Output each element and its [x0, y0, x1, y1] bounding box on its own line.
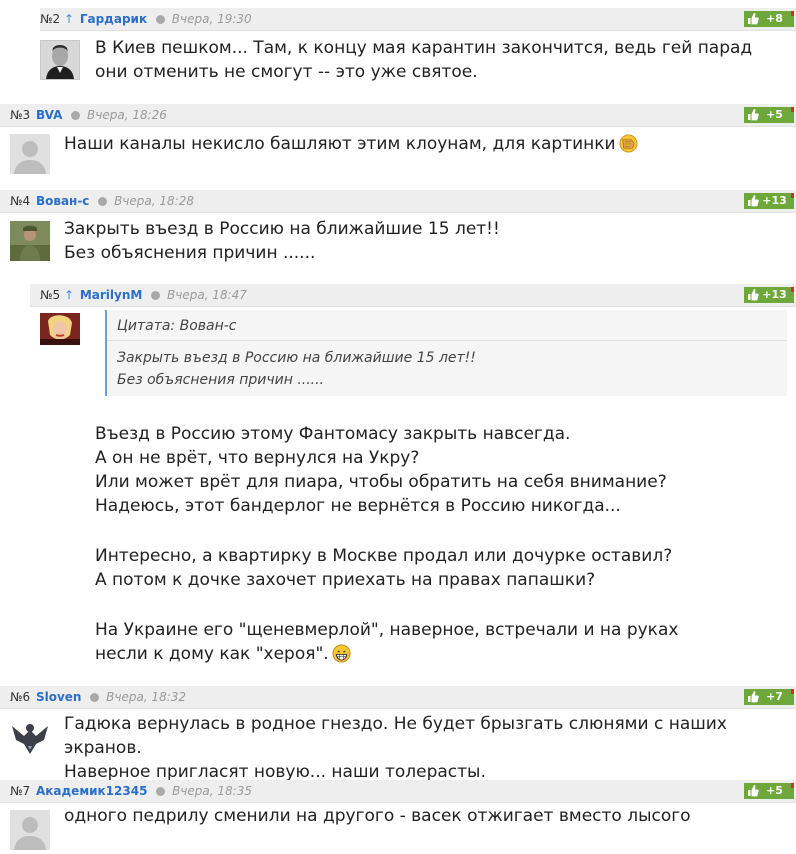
author-link[interactable]: Академик12345 [36, 784, 147, 798]
report-flag-icon[interactable] [791, 107, 794, 112]
comment-text-paragraph-2: Интересно, а квартирку в Москве продал и… [95, 546, 673, 590]
comment-time: Вчера, 19:30 [171, 12, 252, 26]
comment-time: Вчера, 18:26 [87, 108, 167, 122]
comment-4: №4 Вован-с Вчера, 18:28 +13 Закрыть въез… [0, 190, 796, 280]
rating-value: +5 [766, 108, 783, 121]
thumbs-up-icon[interactable] [747, 108, 759, 121]
user-avatar[interactable] [10, 134, 50, 174]
report-flag-icon[interactable] [791, 11, 794, 16]
comment-7: №7 Академик12345 Вчера, 18:35 +5 одного … [0, 780, 796, 854]
comment-number: №2 [40, 12, 61, 26]
comment-header: №7 Академик12345 Вчера, 18:35 +5 [0, 780, 796, 803]
thumbs-up-icon[interactable] [747, 12, 759, 25]
report-flag-icon[interactable] [791, 193, 794, 198]
rating-value: +13 [762, 288, 787, 301]
comment-text-paragraph-1: Въезд в Россию этому Фантомасу закрыть н… [95, 424, 667, 516]
rating-value: +13 [762, 194, 787, 207]
rating-badge[interactable]: +7 [744, 689, 794, 705]
comment-header: №3 BVA Вчера, 18:26 +5 [0, 104, 796, 127]
report-flag-icon[interactable] [791, 689, 794, 694]
quote-block: Цитата: Вован-с Закрыть въезд в Россию н… [105, 310, 787, 396]
comment-number: №6 [10, 690, 31, 704]
comment-text: одного педрилу сменили на другого - васе… [64, 806, 691, 826]
online-status-icon [90, 693, 100, 702]
user-avatar[interactable] [40, 40, 80, 80]
author-link[interactable]: Гардарик [80, 12, 147, 26]
comment-5: №5 ↑ MarilynM Вчера, 18:47 +13 Цитата: В… [0, 284, 796, 682]
comment-header: №6 Sloven Вчера, 18:32 +7 [0, 686, 796, 709]
user-avatar[interactable] [10, 716, 50, 756]
comment-header: №4 Вован-с Вчера, 18:28 +13 [0, 190, 796, 213]
thumbs-up-icon[interactable] [747, 690, 759, 703]
rating-value: +7 [766, 690, 783, 703]
rating-badge[interactable]: +5 [744, 783, 794, 799]
author-link[interactable]: MarilynM [80, 288, 143, 302]
comment-number: №3 [10, 108, 31, 122]
comment-text: Наши каналы некисло башляют этим клоунам… [64, 132, 784, 156]
comment-text-content: Наши каналы некисло башляют этим клоунам… [64, 134, 616, 154]
author-link[interactable]: Sloven [36, 690, 82, 704]
thumbs-up-icon[interactable] [747, 288, 759, 301]
comment-number: №7 [10, 784, 31, 798]
user-avatar[interactable] [10, 221, 50, 261]
quote-text: Закрыть въезд в Россию на ближайшие 15 л… [117, 350, 476, 388]
rating-value: +5 [766, 784, 783, 797]
comment-text: Гадюка вернулась в родное гнездо. Не буд… [64, 714, 727, 782]
comment-text: В Киев пешком... Там, к концу мая карант… [95, 38, 753, 82]
comment-time: Вчера, 18:32 [106, 690, 187, 704]
author-link[interactable]: BVA [36, 108, 62, 122]
report-flag-icon[interactable] [791, 287, 794, 292]
comment-time: Вчера, 18:47 [167, 288, 247, 302]
author-link[interactable]: Вован-с [36, 194, 89, 208]
comment-text: Закрыть въезд в Россию на ближайшие 15 л… [64, 219, 500, 263]
rating-value: +8 [766, 12, 783, 25]
comment-time: Вчера, 18:28 [114, 194, 194, 208]
rating-badge[interactable]: +8 [744, 11, 794, 27]
thumbs-up-icon[interactable] [747, 784, 759, 797]
comment-number: №4 [10, 194, 31, 208]
comment-header: №2 ↑ Гардарик Вчера, 19:30 +8 [40, 8, 796, 31]
comment-text-content: На Украине его "щеневмерлой", наверное, … [95, 620, 679, 664]
comment-6: №6 Sloven Вчера, 18:32 +7 Гадюка вернула… [0, 686, 796, 782]
user-avatar[interactable] [40, 313, 80, 345]
quote-author: Цитата: Вован-с [107, 310, 787, 341]
online-status-icon [155, 15, 165, 24]
online-status-icon [151, 291, 161, 300]
rating-badge[interactable]: +5 [744, 107, 794, 123]
facepalm-smiley-icon [619, 134, 638, 153]
comment-header: №5 ↑ MarilynM Вчера, 18:47 +13 [30, 284, 796, 307]
rating-badge[interactable]: +13 [744, 193, 794, 209]
grin-smiley-icon [332, 644, 351, 663]
comment-time: Вчера, 18:35 [172, 784, 252, 798]
comment-text-paragraph-3: На Украине его "щеневмерлой", наверное, … [95, 618, 785, 666]
reply-arrow-icon[interactable]: ↑ [64, 288, 74, 302]
thumbs-up-icon[interactable] [747, 194, 759, 207]
online-status-icon [98, 197, 108, 206]
comment-3: №3 BVA Вчера, 18:26 +5 Наши каналы некис… [0, 104, 796, 184]
online-status-icon [71, 111, 81, 120]
rating-badge[interactable]: +13 [744, 287, 794, 303]
online-status-icon [156, 787, 166, 796]
report-flag-icon[interactable] [791, 783, 794, 788]
reply-arrow-icon[interactable]: ↑ [64, 12, 74, 26]
comment-2: №2 ↑ Гардарик Вчера, 19:30 +8 В Киев пеш… [0, 8, 796, 100]
user-avatar[interactable] [10, 810, 50, 850]
comment-number: №5 [40, 288, 61, 302]
